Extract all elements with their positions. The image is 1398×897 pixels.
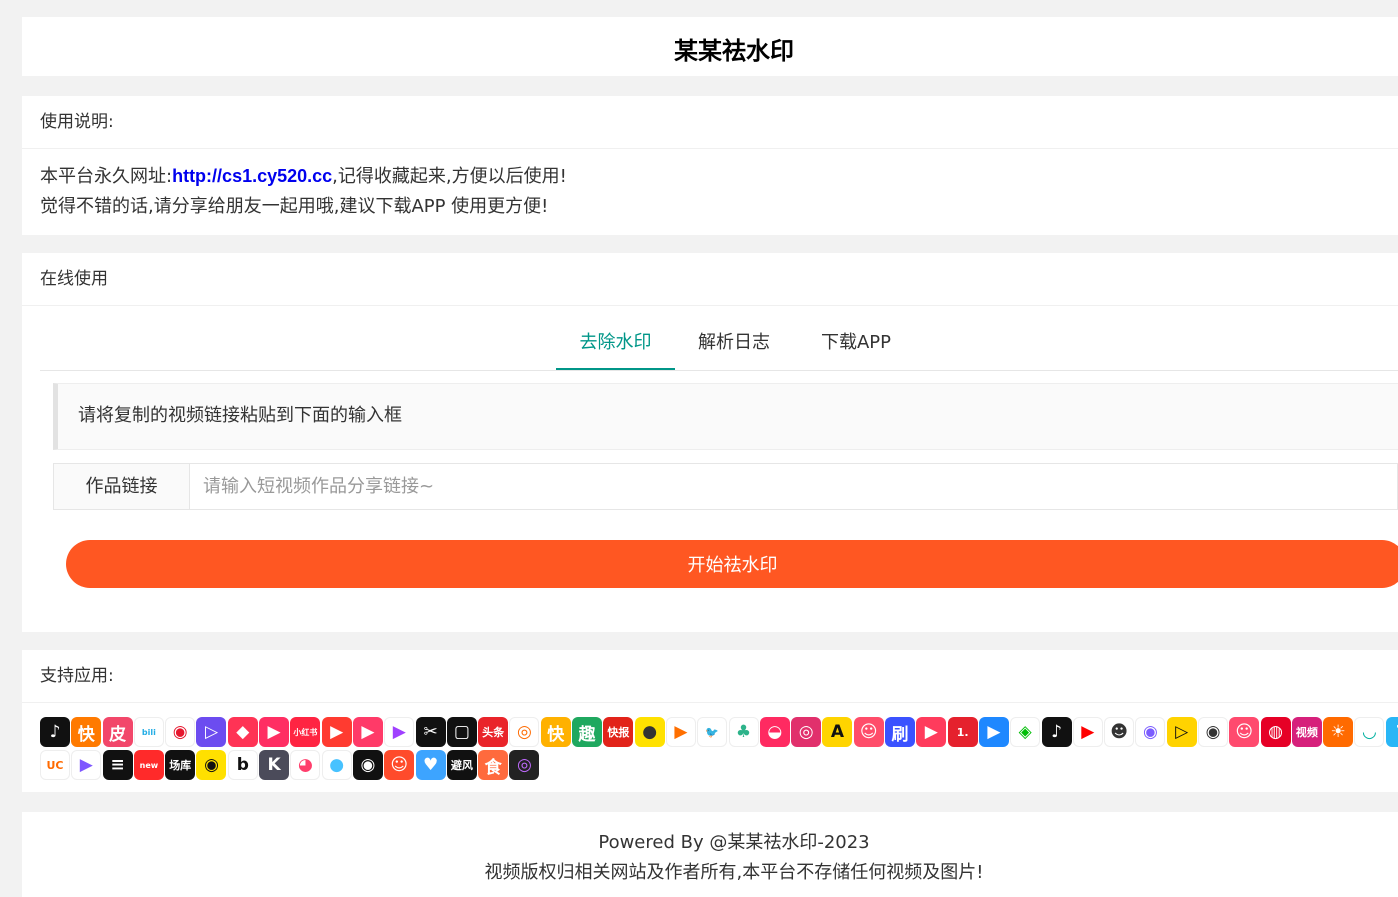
weishi-icon: ▷ xyxy=(196,717,227,747)
youku-icon: ▶ xyxy=(978,717,1009,747)
header-card: 某某祛水印 xyxy=(22,17,1398,76)
tab-download-app[interactable]: 下载APP xyxy=(806,306,906,370)
kuaibao-icon: 快报 xyxy=(603,717,634,747)
capcut-icon: ✂ xyxy=(415,717,446,747)
start-remove-button[interactable]: 开始祛水印 xyxy=(66,540,1398,588)
tab-parse-log[interactable]: 解析日志 xyxy=(690,306,778,370)
huoshan-icon: ▶ xyxy=(321,717,352,747)
yidian-icon: 1. xyxy=(947,717,978,747)
footer-card: Powered By @某某祛水印-2023 视频版权归相关网站及作者所有,本平… xyxy=(22,812,1398,897)
bowl-icon: ◡ xyxy=(1354,717,1385,747)
qutoutiao-icon: 趣 xyxy=(572,717,603,747)
online-heading: 在线使用 xyxy=(22,253,1398,306)
hint-box: 请将复制的视频链接粘贴到下面的输入框 xyxy=(53,383,1398,450)
input-label: 作品链接 xyxy=(54,464,190,509)
doudou-icon: ☻ xyxy=(1104,717,1135,747)
instagram-icon: ◎ xyxy=(791,717,822,747)
usage-line-1-prefix: 本平台永久网址: xyxy=(40,166,173,187)
play-yellow-icon: ◉ xyxy=(196,750,227,780)
usage-line-1: 本平台永久网址:http://cs1.cy520.cc,记得收藏起来,方便以后使… xyxy=(40,161,1380,192)
lishipin-icon: ▷ xyxy=(1166,717,1197,747)
bilibili-icon: bili xyxy=(133,717,164,747)
footer-disclaimer: 视频版权归相关网站及作者所有,本平台不存储任何视频及图片! xyxy=(484,862,984,883)
acfun-icon: A xyxy=(822,717,853,747)
iqiyi-icon: ◈ xyxy=(1010,717,1041,747)
partial-icon: ? xyxy=(1385,717,1398,747)
new-icon: new xyxy=(133,750,164,780)
zhibo-icon: ▶ xyxy=(665,717,696,747)
tantan-icon: ☺ xyxy=(853,717,884,747)
footer-powered-by: Powered By @某某祛水印-2023 xyxy=(598,832,870,853)
momo-icon: ◒ xyxy=(759,717,790,747)
permanent-url-link[interactable]: http://cs1.cy520.cc xyxy=(172,166,332,186)
shi-icon: 食 xyxy=(478,750,509,780)
online-card: 在线使用 去除水印 解析日志 下载APP 请将复制的视频链接粘贴到下面的输入框 … xyxy=(22,253,1398,632)
app-icon-row-2: UC ▶ ≡ new 场库 ◉ b K ◕ ● ◉ ☺ ♥ 避风食 ◎ xyxy=(40,750,1398,782)
xigua-icon: ▢ xyxy=(446,717,477,747)
lens-icon: ◉ xyxy=(1197,717,1228,747)
chat-icon: ◕ xyxy=(290,750,321,780)
lvzhou2-icon: ♣ xyxy=(728,717,759,747)
heart-icon: ♥ xyxy=(415,750,446,780)
circle-icon: ● xyxy=(321,750,352,780)
uc-icon: UC xyxy=(40,750,70,780)
monkey-icon: ☺ xyxy=(384,750,415,780)
changku-icon: 场库 xyxy=(165,750,196,780)
k-icon: K xyxy=(259,750,290,780)
xiaohongshu-icon: 小红书 xyxy=(290,717,321,747)
douyin-icon: ♪ xyxy=(40,717,70,747)
face-icon: ☺ xyxy=(1229,717,1260,747)
b-icon: b xyxy=(227,750,258,780)
usage-line-2: 觉得不错的话,请分享给朋友一起用哦,建议下载APP 使用更方便! xyxy=(40,196,549,217)
quanmin-icon: ▶ xyxy=(916,717,947,747)
shua-icon: 刷 xyxy=(885,717,916,747)
haokan-icon: ▶ xyxy=(352,717,383,747)
shipinhao-icon: 视频 xyxy=(1291,717,1322,747)
usage-card: 使用说明: 本平台永久网址:http://cs1.cy520.cc,记得收藏起来… xyxy=(22,96,1398,235)
tiktok-icon: ♪ xyxy=(1041,717,1072,747)
usage-line-1-suffix: ,记得收藏起来,方便以后使用! xyxy=(332,166,567,187)
lvzhou-icon: ◎ xyxy=(509,717,540,747)
pipixia-icon: 皮 xyxy=(102,717,133,747)
eyes-icon: ◉ xyxy=(352,750,383,780)
tab-bar: 去除水印 解析日志 下载APP xyxy=(40,306,1398,371)
zuiyou-icon: ▶ xyxy=(259,717,290,747)
apps-heading: 支持应用: xyxy=(22,650,1398,703)
lion-icon: ☀ xyxy=(1323,717,1354,747)
kuaishouexpress-icon: 快 xyxy=(540,717,571,747)
kuaishou-icon: 快 xyxy=(71,717,102,747)
biwind-icon: 避风 xyxy=(446,750,477,780)
netease-icon: ◍ xyxy=(1260,717,1291,747)
app-icon-grid: ♪ 快皮 bili ◉ ▷ ◆ ▶ 小红书 ▶ ▶ ▶ ✂ ▢ 头条 ◎ 快趣快报 ● ▶ 🐦 ♣ ◒ ◎ A ☺ 刷 ▶ 1. ▶ ◈… xyxy=(40,717,1398,783)
tab-remove-watermark[interactable]: 去除水印 xyxy=(556,306,675,370)
qq-icon: ◉ xyxy=(1135,717,1166,747)
weishi3-icon: ▶ xyxy=(71,750,102,780)
yiqi-icon: ● xyxy=(634,717,665,747)
toutiao-icon: 头条 xyxy=(478,717,509,747)
app-icon-row-1: ♪ 快皮 bili ◉ ▷ ◆ ▶ 小红书 ▶ ▶ ▶ ✂ ▢ 头条 ◎ 快趣快报 ● ▶ 🐦 ♣ ◒ ◎ A ☺ 刷 ▶ 1. ▶ ◈… xyxy=(40,717,1398,749)
stripes-icon: ≡ xyxy=(102,750,133,780)
link-input-row: 作品链接 xyxy=(53,463,1398,510)
usage-body: 本平台永久网址:http://cs1.cy520.cc,记得收藏起来,方便以后使… xyxy=(22,149,1398,234)
twitter-icon: 🐦 xyxy=(697,717,728,747)
ring-icon: ◎ xyxy=(509,750,540,780)
weibo-icon: ◉ xyxy=(165,717,196,747)
usage-heading: 使用说明: xyxy=(22,96,1398,149)
youtube-icon: ▶ xyxy=(1072,717,1103,747)
apps-card: 支持应用: ♪ 快皮 bili ◉ ▷ ◆ ▶ 小红书 ▶ ▶ ▶ ✂ ▢ 头条 ◎ 快趣快报 ● ▶ 🐦 ♣ ◒ ◎ A ☺… xyxy=(22,650,1398,792)
weishi2-icon: ▶ xyxy=(384,717,415,747)
page-title: 某某祛水印 xyxy=(674,37,794,65)
meipai-icon: ◆ xyxy=(227,717,258,747)
video-link-input[interactable] xyxy=(190,464,1397,509)
